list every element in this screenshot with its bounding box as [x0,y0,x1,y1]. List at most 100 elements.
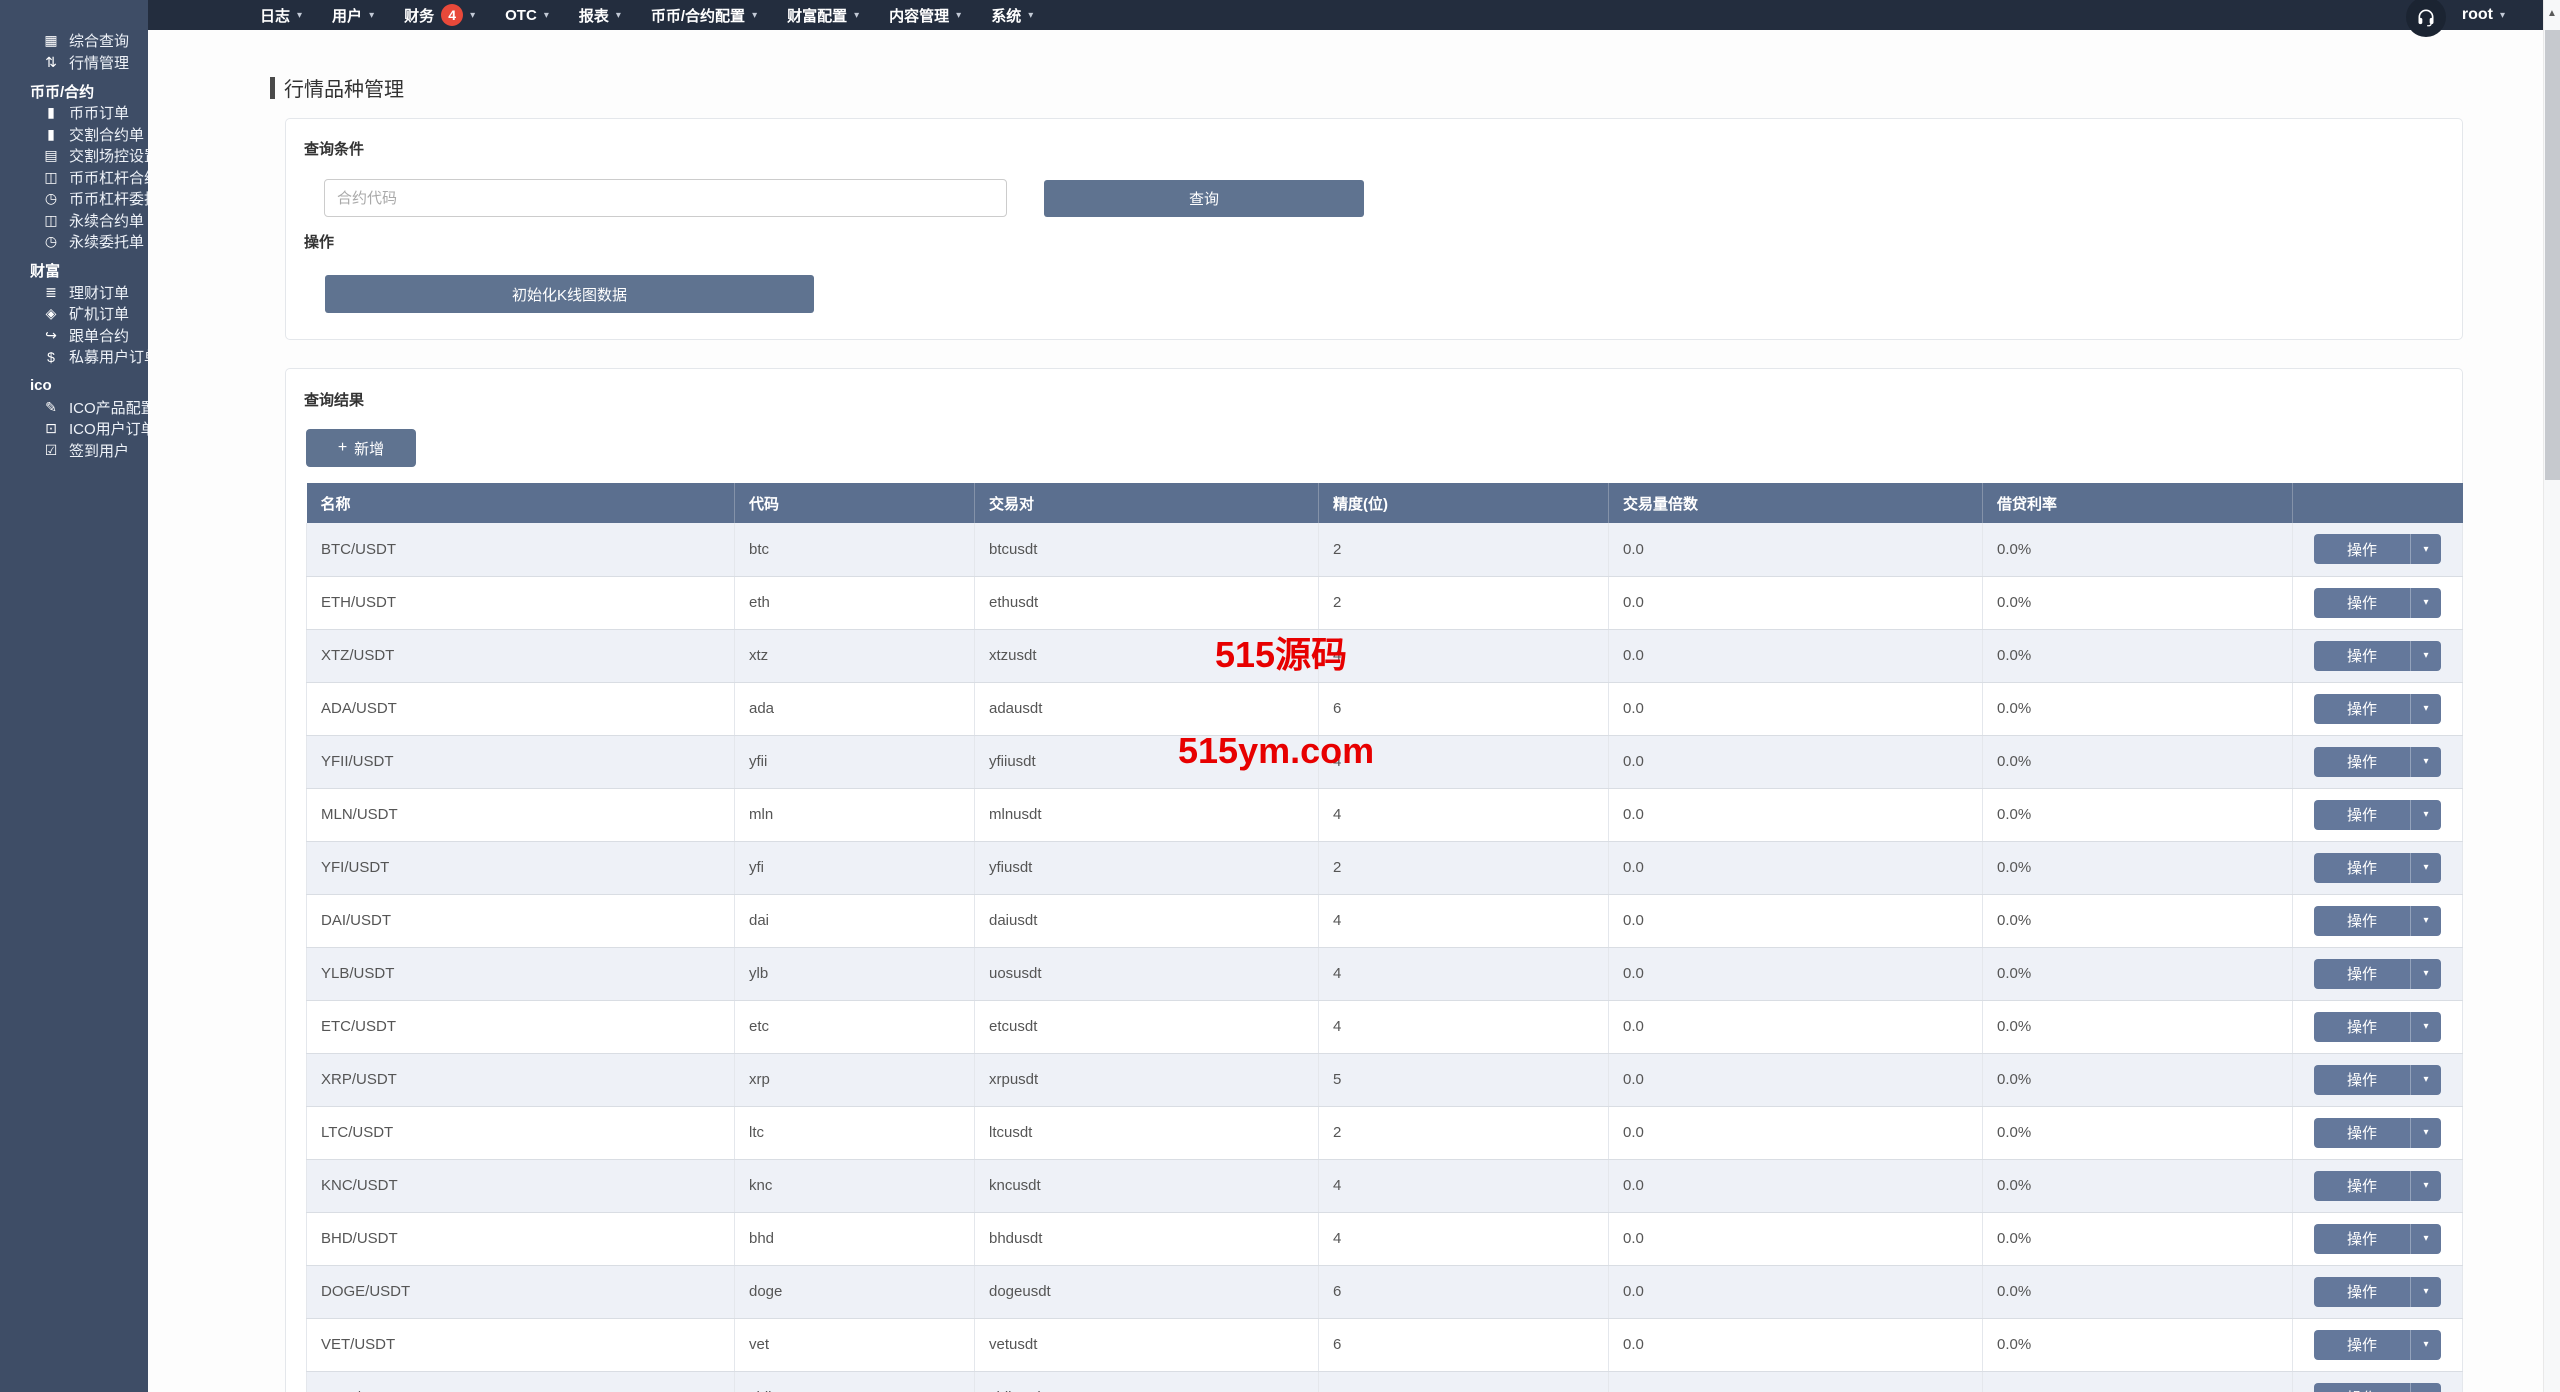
nav-item[interactable]: 报表▾ [579,5,621,26]
row-action-button[interactable]: 操作 [2314,1171,2410,1201]
table-cell: adausdt [975,682,1319,735]
nav-item[interactable]: 系统▾ [991,5,1033,26]
row-action-dropdown-toggle[interactable]: ▾ [2410,694,2441,724]
nav-item[interactable]: 内容管理▾ [889,5,961,26]
table-cell: yfiusdt [975,841,1319,894]
sidebar-item-label: 币币订单 [69,102,129,123]
table-cell: yfii [735,735,975,788]
file-edit-icon: ✎ [40,399,62,416]
table-cell: 0.0% [1983,1053,2293,1106]
table-cell: XTZ/USDT [307,629,735,682]
row-action-button-group: 操作▾ [2314,1330,2441,1360]
sidebar-item-币币杠杆合约单[interactable]: ◫币币杠杆合约单 [0,167,148,189]
row-action-button[interactable]: 操作 [2314,800,2410,830]
sidebar-item-私募用户订单[interactable]: $私募用户订单 [0,346,148,368]
nav-item[interactable]: 财富配置▾ [787,5,859,26]
row-action-dropdown-toggle[interactable]: ▾ [2410,641,2441,671]
sidebar-item-理财订单[interactable]: ≣理财订单 [0,282,148,304]
scrollbar-thumb[interactable] [2545,30,2560,480]
table-cell: xrpusdt [975,1053,1319,1106]
vertical-scrollbar[interactable]: ▲ [2543,0,2560,1392]
row-action-dropdown-toggle[interactable]: ▾ [2410,588,2441,618]
row-action-dropdown-toggle[interactable]: ▾ [2410,534,2441,564]
table-cell: 2 [1319,576,1609,629]
row-action-dropdown-toggle[interactable]: ▾ [2410,1012,2441,1042]
row-action-button[interactable]: 操作 [2314,534,2410,564]
table-cell: 0.0 [1609,735,1983,788]
table-row: LTC/USDTltcltcusdt20.00.0%操作▾ [307,1106,2463,1159]
scrollbar-up-arrow-icon[interactable]: ▲ [2544,0,2560,26]
sidebar-item-币币订单[interactable]: ▮ 币币订单 [0,102,148,124]
row-action-dropdown-toggle[interactable]: ▾ [2410,1224,2441,1254]
table-cell-actions: 操作▾ [2293,1371,2463,1392]
sidebar-item-行情管理[interactable]: ⇅行情管理 [0,52,148,74]
search-button[interactable]: 查询 [1044,180,1364,217]
row-action-button[interactable]: 操作 [2314,641,2410,671]
add-button[interactable]: + 新增 [306,429,416,467]
table-cell: 0.0 [1609,682,1983,735]
row-action-dropdown-toggle[interactable]: ▾ [2410,906,2441,936]
sidebar-item-综合查询[interactable]: ▦综合查询 [0,30,148,52]
row-action-dropdown-toggle[interactable]: ▾ [2410,1065,2441,1095]
row-action-button[interactable]: 操作 [2314,1118,2410,1148]
operations-title: 操作 [304,231,334,252]
row-action-button[interactable]: 操作 [2314,1330,2410,1360]
row-action-dropdown-toggle[interactable]: ▾ [2410,747,2441,777]
row-action-button[interactable]: 操作 [2314,1065,2410,1095]
row-action-button[interactable]: 操作 [2314,959,2410,989]
follow-icon: ↪ [40,327,62,344]
sidebar-item-跟单合约[interactable]: ↪跟单合约 [0,325,148,347]
results-panel: 查询结果 + 新增 名称代码交易对精度(位)交易量倍数借贷利率 BTC/USDT… [285,368,2463,1392]
table-cell: 0.0% [1983,894,2293,947]
row-action-button[interactable]: 操作 [2314,906,2410,936]
row-action-button[interactable]: 操作 [2314,1277,2410,1307]
contract-code-input[interactable] [324,179,1007,217]
table-row: YLB/USDTylbuosusdt40.00.0%操作▾ [307,947,2463,1000]
row-action-button[interactable]: 操作 [2314,694,2410,724]
table-cell: 4 [1319,735,1609,788]
topnav-items: 日志▾ 用户▾ 财务4▾ OTC▾ 报表▾ 币币/合约配置▾ 财富配置▾ 内容管理▾ 系统▾ [260,4,1063,26]
row-action-dropdown-toggle[interactable]: ▾ [2410,800,2441,830]
row-action-button[interactable]: 操作 [2314,1012,2410,1042]
row-action-dropdown-toggle[interactable]: ▾ [2410,1118,2441,1148]
row-action-dropdown-toggle[interactable]: ▾ [2410,853,2441,883]
nav-item[interactable]: 币币/合约配置▾ [651,5,757,26]
table-row: KNC/USDTknckncusdt40.00.0%操作▾ [307,1159,2463,1212]
row-action-button[interactable]: 操作 [2314,747,2410,777]
sidebar-item-ICO产品配置[interactable]: ✎ICO产品配置 [0,397,148,419]
table-cell: 0.0% [1983,1159,2293,1212]
row-action-dropdown-toggle[interactable]: ▾ [2410,1277,2441,1307]
row-action-dropdown-toggle[interactable]: ▾ [2410,1383,2441,1392]
nav-item-label: 财务 [404,5,434,26]
row-action-dropdown-toggle[interactable]: ▾ [2410,1171,2441,1201]
column-header: 精度(位) [1319,483,1609,523]
order-icon: ▮ [40,104,62,121]
row-action-button[interactable]: 操作 [2314,588,2410,618]
table-cell: 4 [1319,629,1609,682]
row-action-button[interactable]: 操作 [2314,853,2410,883]
sidebar-item-交割合约单[interactable]: ▮交割合约单 [0,124,148,146]
init-kline-button[interactable]: 初始化K线图数据 [325,275,814,313]
page-title: 行情品种管理 [284,73,404,102]
sidebar-item-签到用户[interactable]: ☑签到用户 [0,440,148,462]
user-name: root [2462,6,2493,24]
sidebar-item-ICO用户订单[interactable]: ⊡ICO用户订单 [0,418,148,440]
sidebar-item-永续委托单[interactable]: ◷永续委托单 [0,231,148,253]
sidebar-item-矿机订单[interactable]: ◈矿机订单 [0,303,148,325]
nav-item[interactable]: OTC▾ [505,7,549,24]
user-menu[interactable]: root ▾ [2462,6,2505,24]
table-cell: 6 [1319,682,1609,735]
sidebar-item-交割场控设置[interactable]: ▤交割场控设置 [0,145,148,167]
row-action-button[interactable]: 操作 [2314,1383,2410,1392]
nav-item[interactable]: 日志▾ [260,5,302,26]
nav-item[interactable]: 财务4▾ [404,4,475,26]
chevron-down-icon: ▾ [2423,597,2428,608]
nav-item[interactable]: 用户▾ [332,5,374,26]
row-action-button[interactable]: 操作 [2314,1224,2410,1254]
row-action-dropdown-toggle[interactable]: ▾ [2410,959,2441,989]
row-action-dropdown-toggle[interactable]: ▾ [2410,1330,2441,1360]
support-button[interactable] [2406,0,2446,37]
table-cell: eth [735,576,975,629]
sidebar-item-永续合约单[interactable]: ◫永续合约单 [0,210,148,232]
sidebar-item-币币杠杆委托单[interactable]: ◷币币杠杆委托单 [0,188,148,210]
